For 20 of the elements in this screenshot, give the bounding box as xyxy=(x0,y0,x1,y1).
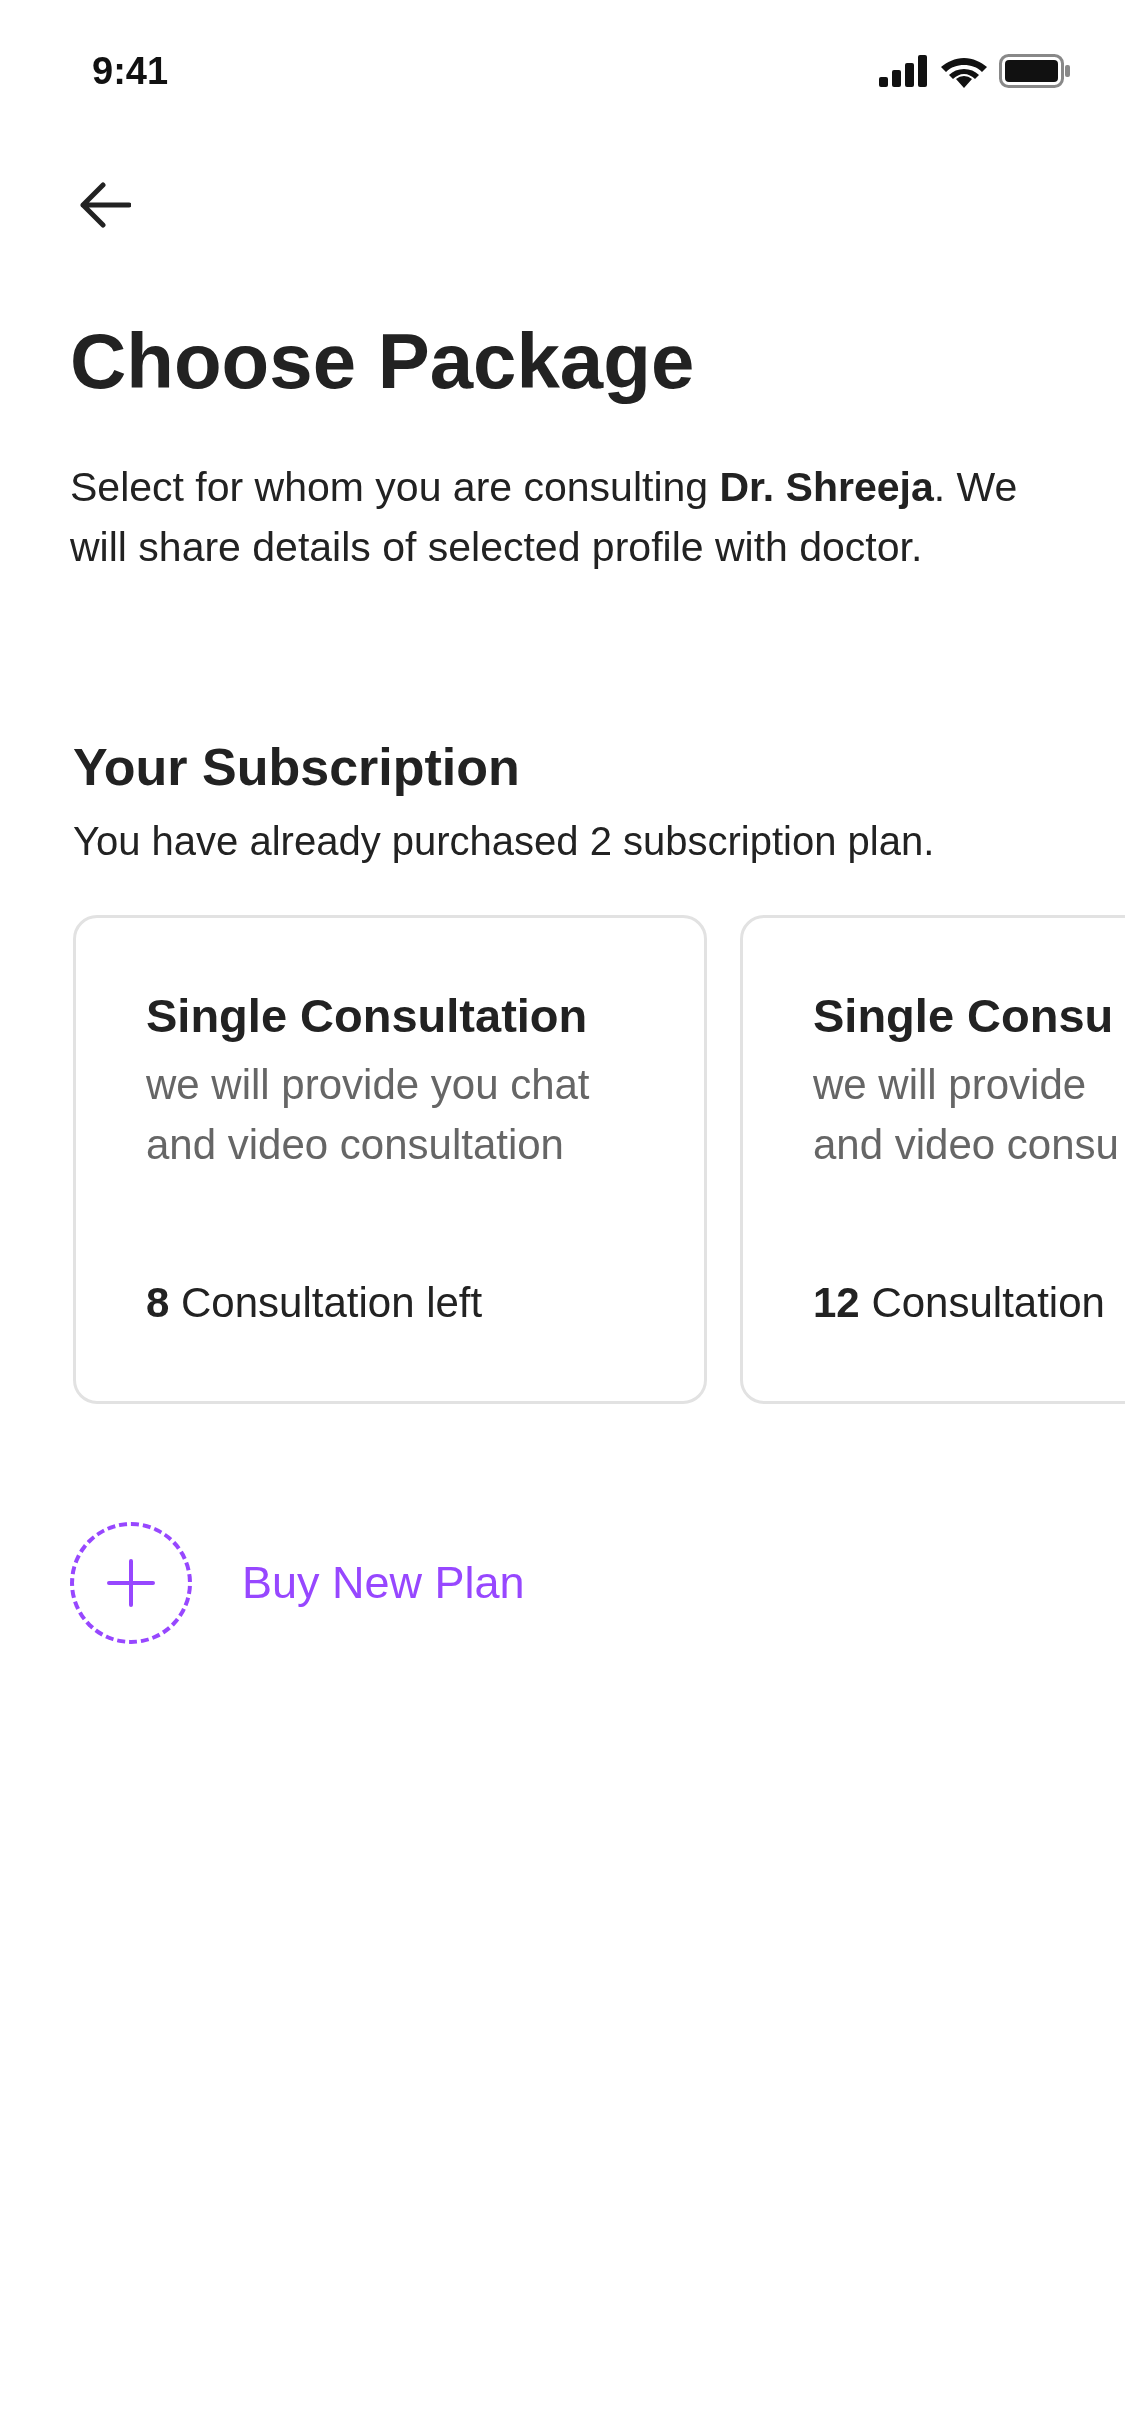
consultation-count: 12 Consultation xyxy=(813,1279,1106,1327)
plan-card[interactable]: Single Consu we will provide and video consu 12 Consultation xyxy=(740,915,1125,1404)
back-arrow-icon xyxy=(79,182,131,228)
plan-title: Single Consultation xyxy=(146,988,589,1043)
plan-description: and video consultation xyxy=(146,1120,565,1170)
status-time: 9:41 xyxy=(92,49,169,93)
plan-description: we will provide xyxy=(813,1060,1088,1110)
buy-new-plan-button[interactable]: Buy New Plan xyxy=(70,1522,525,1644)
description-text: Select for whom you are consulting Dr. Shreeja. We will share details of selected profile with doctor. xyxy=(70,463,1019,572)
section-heading: Your Subscription xyxy=(73,737,521,797)
page-title: Choose Package xyxy=(70,316,696,407)
plus-circle-icon xyxy=(70,1522,192,1644)
section-subtext: You have already purchased 2 subscription plan. xyxy=(73,818,936,865)
battery-icon xyxy=(999,54,1071,88)
plan-title: Single Consu xyxy=(813,988,1115,1043)
consultation-count: 8 Consultation left xyxy=(146,1279,484,1327)
plan-card[interactable]: Single Consultation we will provide you chat and video consultation 8 Consultation left xyxy=(73,915,707,1404)
plan-description: we will provide you chat xyxy=(146,1060,591,1110)
signal-icon xyxy=(879,55,929,87)
plan-description: and video consu xyxy=(813,1120,1120,1170)
